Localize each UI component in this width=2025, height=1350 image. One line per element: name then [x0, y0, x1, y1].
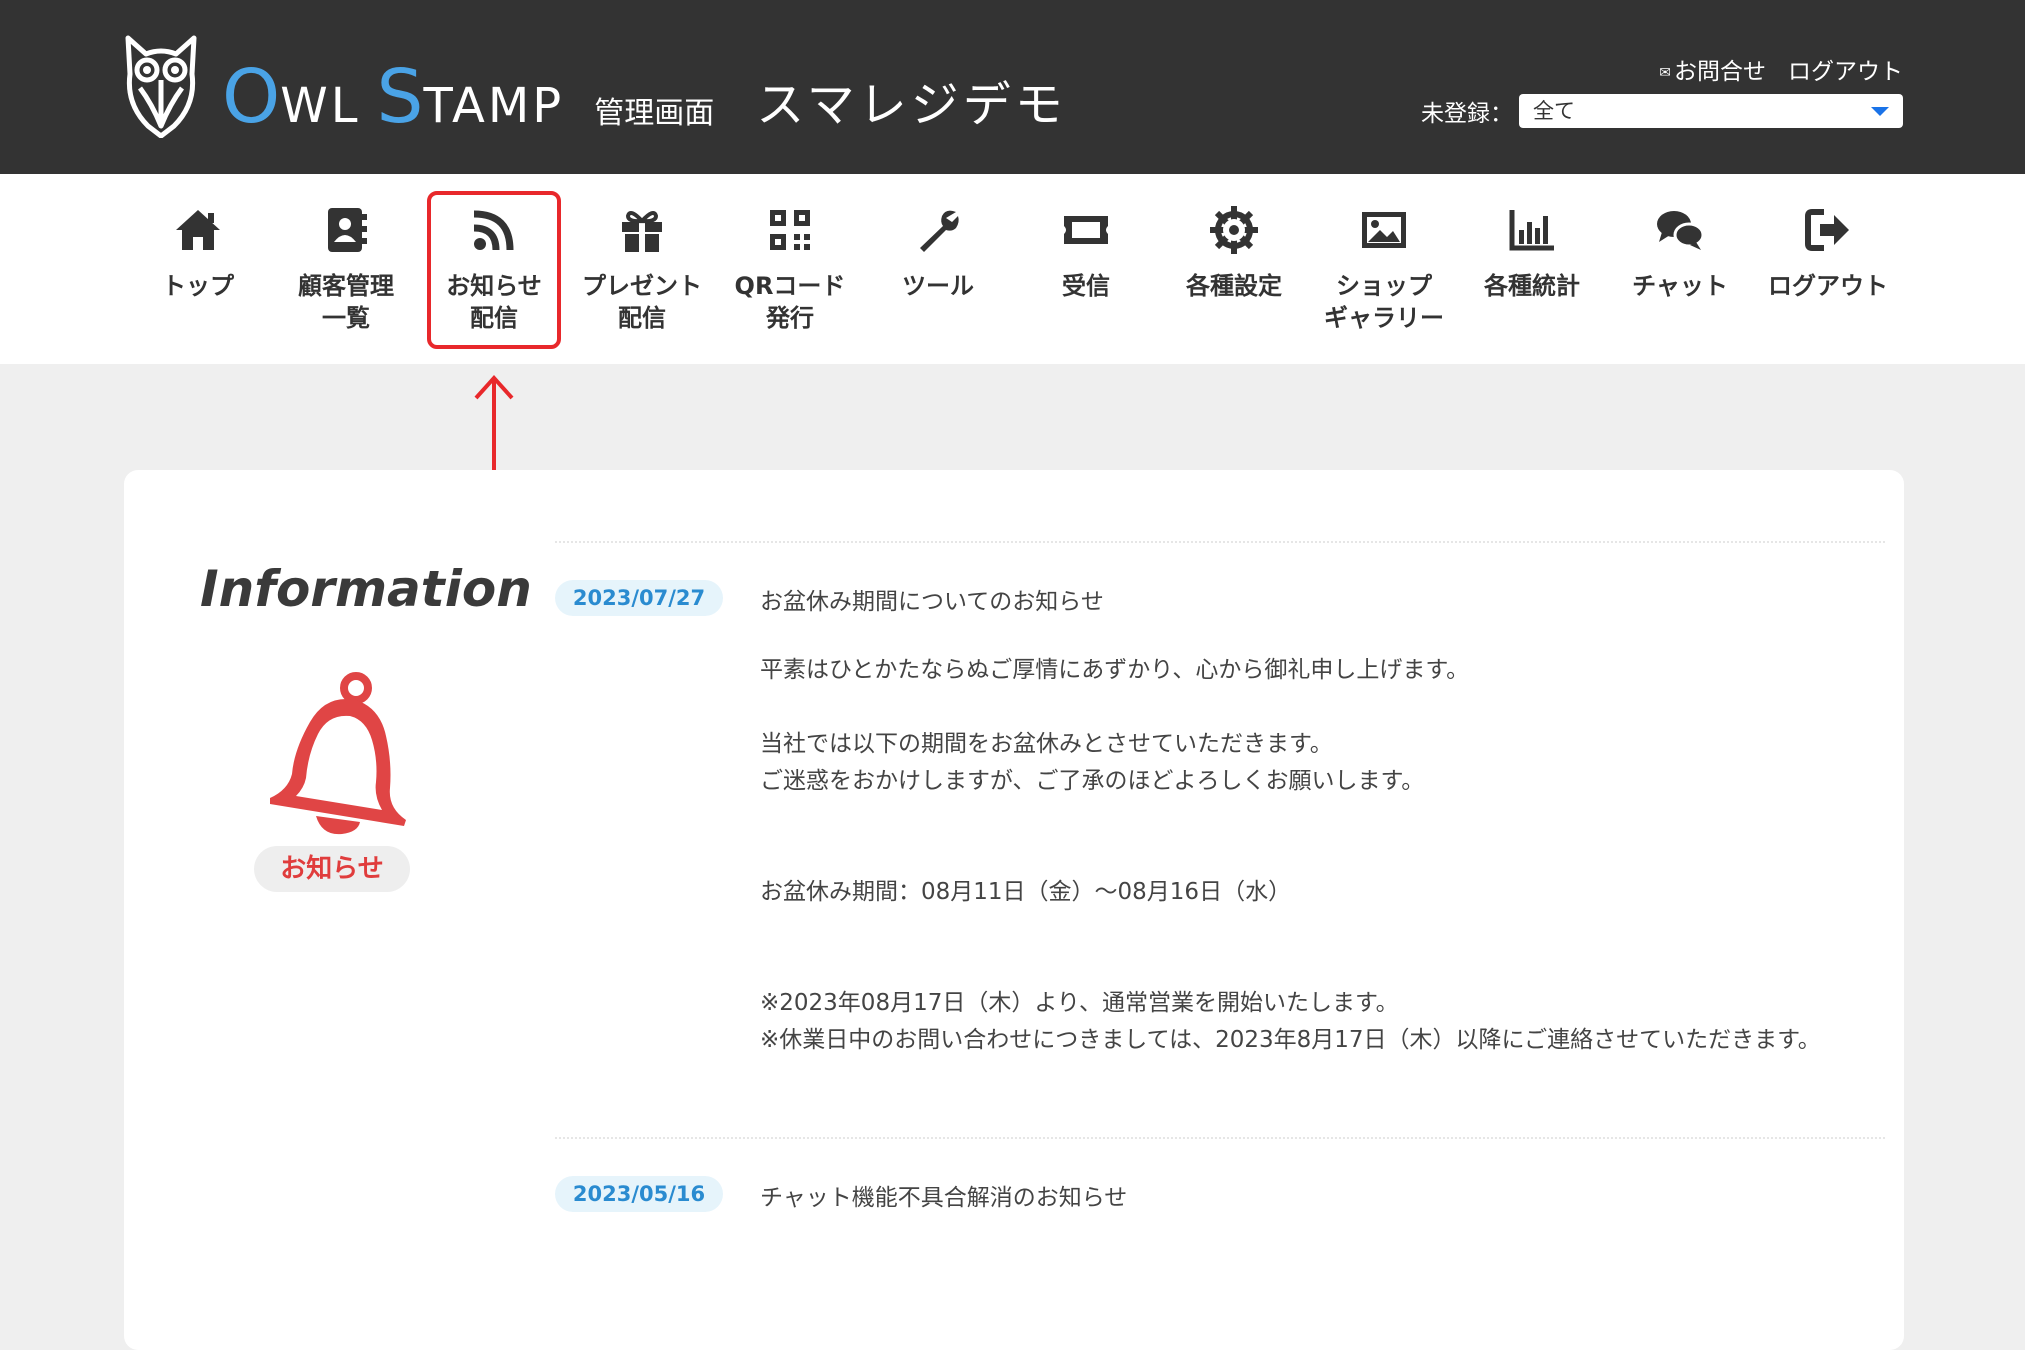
sign-out-icon [1805, 209, 1849, 251]
nav-item-tools-label: ツール [902, 272, 974, 300]
nav-item-settings[interactable]: 各種設定 [1164, 174, 1304, 364]
wrench-icon [920, 210, 959, 252]
header-bar: O WL S TAMP 管理画面 スマレジデモ ✉ お問合せ ログアウト 未登録：… [0, 0, 2025, 174]
filter-select[interactable]: 全て [1519, 94, 1903, 128]
information-title: Information [200, 560, 532, 618]
nav-item-chat[interactable]: チャット [1610, 174, 1750, 364]
nav-item-statistics-label: 各種統計 [1484, 272, 1580, 300]
nav-item-tools[interactable]: ツール [868, 174, 1008, 364]
brand-letters-tamp: TAMP [423, 78, 565, 134]
owl-logo-icon [125, 35, 197, 138]
image-icon [1362, 212, 1406, 248]
news-body: 平素はひとかたならぬご厚情にあずかり、心から御礼申し上げます。 当社では以下の期… [760, 652, 1870, 1059]
nav-item-qr-code-label: QRコード 発行 [734, 272, 846, 332]
news-body-line: 平素はひとかたならぬご厚情にあずかり、心から御礼申し上げます。 [760, 657, 1470, 683]
mail-icon: ✉ [1659, 64, 1671, 81]
nav-item-statistics[interactable]: 各種統計 [1462, 174, 1602, 364]
nav-item-receive[interactable]: 受信 [1016, 174, 1156, 364]
contact-link[interactable]: ✉ お問合せ [1659, 52, 1766, 86]
nav-item-receive-label: 受信 [1062, 272, 1110, 300]
news-badge: お知らせ [254, 846, 410, 892]
news-body-line: お盆休み期間：08月11日（金）〜08月16日（水） [760, 879, 1292, 905]
chevron-down-icon [1871, 107, 1889, 116]
nav-item-top[interactable]: トップ [128, 174, 268, 364]
gear-icon [1210, 206, 1258, 254]
address-book-icon [328, 208, 367, 252]
news-body-line: 当社では以下の期間をお盆休みとさせていただきます。 [760, 731, 1333, 757]
qr-code-icon [770, 210, 810, 250]
news-body-line: ご迷惑をおかけしますが、ご了承のほどよろしくお願いします。 [760, 768, 1425, 794]
news-body-gap [760, 689, 1870, 726]
news-body-gap [760, 911, 1870, 985]
highlight-box [427, 191, 561, 349]
news-date-pill: 2023/07/27 [555, 580, 723, 616]
news-body-gap [760, 800, 1870, 874]
brand-admin-label: 管理画面 [594, 96, 715, 131]
divider-middle [555, 1137, 1885, 1139]
nav-item-qr-code[interactable]: QRコード 発行 [720, 174, 860, 364]
news-title[interactable]: チャット機能不具合解消のお知らせ [760, 1178, 1127, 1212]
main-nav: トップ 顧客管理 一覧 お知らせ 配信 プレゼント 配信 QRコード 発行 ツー… [0, 174, 2025, 364]
gift-icon [622, 210, 662, 252]
bell-icon [270, 672, 406, 835]
nav-item-shop-gallery[interactable]: ショップ ギャラリー [1314, 174, 1454, 364]
filter-select-value: 全て [1533, 99, 1575, 123]
chat-icon [1657, 211, 1705, 250]
nav-item-present-delivery[interactable]: プレゼント 配信 [572, 174, 712, 364]
brand-letter-s: S [376, 54, 424, 140]
bar-chart-icon [1509, 210, 1554, 251]
brand-letter-o: O [222, 54, 281, 140]
contact-link-label: お問合せ [1674, 59, 1766, 85]
nav-item-present-delivery-label: プレゼント 配信 [582, 272, 702, 332]
news-title[interactable]: お盆休み期間についてのお知らせ [760, 582, 1104, 616]
nav-item-customers[interactable]: 顧客管理 一覧 [276, 174, 416, 364]
nav-item-customers-label: 顧客管理 一覧 [298, 272, 394, 332]
top-links: ✉ お問合せ ログアウト [1659, 52, 1903, 86]
brand-logotype: O WL S TAMP 管理画面 スマレジデモ [222, 44, 1067, 134]
nav-item-shop-gallery-label: ショップ ギャラリー [1324, 272, 1444, 332]
nav-item-top-label: トップ [162, 272, 234, 300]
news-date-pill: 2023/05/16 [555, 1176, 723, 1212]
news-body-line: ※2023年08月17日（木）より、通常営業を開始いたします。 [760, 990, 1399, 1016]
home-icon [176, 210, 220, 250]
filter-label: 未登録： [1421, 101, 1513, 127]
unregistered-filter: 未登録： 全て [1421, 94, 1903, 128]
nav-item-logout[interactable]: ログアウト [1758, 174, 1898, 364]
ticket-icon [1064, 216, 1108, 244]
nav-item-logout-label: ログアウト [1768, 272, 1888, 300]
nav-item-chat-label: チャット [1632, 272, 1728, 300]
logout-link[interactable]: ログアウト [1788, 52, 1903, 86]
news-body-line: ※休業日中のお問い合わせにつきましては、2023年8月17日（木）以降にご連絡さ… [760, 1027, 1821, 1053]
nav-item-settings-label: 各種設定 [1186, 272, 1282, 300]
divider-top [555, 541, 1885, 543]
brand-letters-wl: WL [280, 78, 361, 134]
store-name: スマレジデモ [756, 77, 1067, 133]
